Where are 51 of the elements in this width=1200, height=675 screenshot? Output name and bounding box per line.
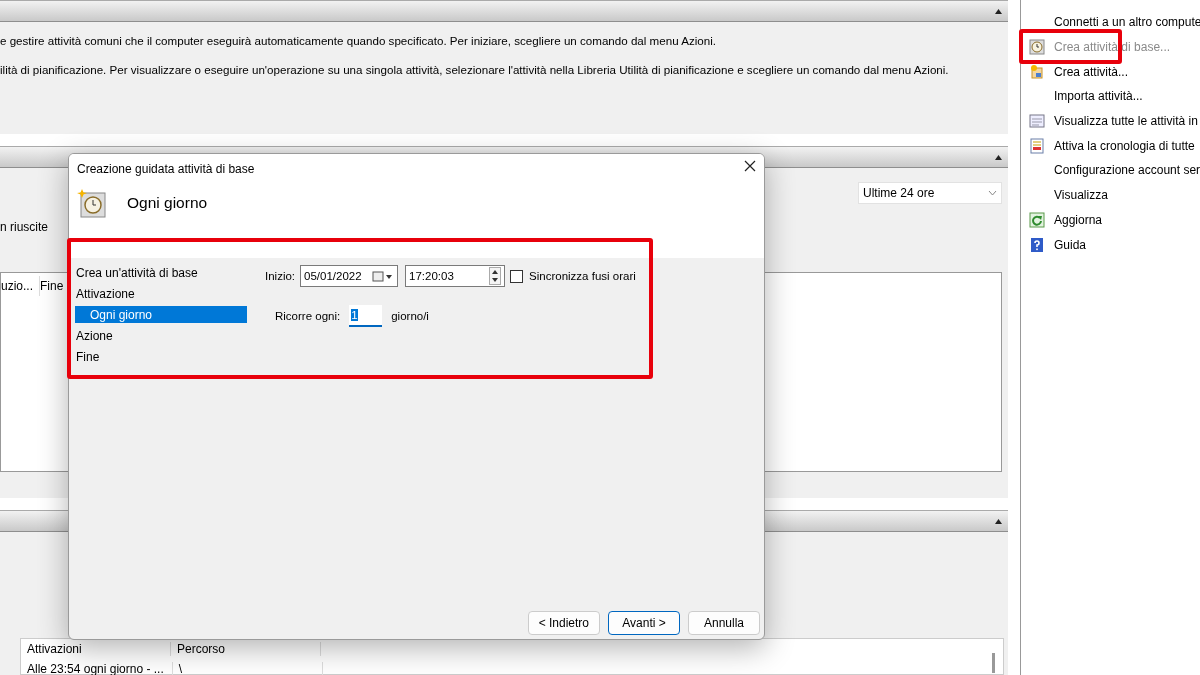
wizard-step[interactable]: Crea un'attività di base [75,262,198,283]
action-item[interactable]: Crea attività... [1021,59,1200,85]
summary-text: n riuscite [0,220,49,234]
dialog-button[interactable]: Avanti > [608,611,680,635]
dialog-title: Creazione guidata attività di base [77,162,255,176]
checkbox-label[interactable]: Sincronizza fusi orari [529,270,636,282]
wizard-step[interactable]: Fine [75,346,100,367]
log-icon [1029,137,1045,154]
close-icon[interactable] [744,160,756,172]
chevron-down-icon [988,190,997,196]
refresh-icon [1029,211,1045,228]
spinner-icon[interactable] [489,267,502,285]
date-field[interactable]: 05/01/2022 [300,265,399,287]
column-header[interactable]: Percorso [171,642,321,656]
time-field[interactable]: 17:20:03 [405,265,506,287]
action-item[interactable]: Guida [1021,232,1200,257]
dialog-button[interactable]: Annulla [688,611,760,635]
wizard-step[interactable]: Azione [75,325,113,346]
column-header[interactable]: uzio... [1,276,40,296]
collapse-icon[interactable] [995,8,1002,14]
field-label: Ricorre ogni: [275,310,341,322]
table-cell: Alle 23:54 ogni giorno - ... [21,662,173,675]
column-header[interactable]: Fine [40,276,71,296]
range-dropdown[interactable]: Ultime 24 ore [858,182,1002,204]
action-item[interactable]: Importa attività... [1021,84,1200,109]
column-header[interactable]: Attivazioni [21,642,171,656]
unit-label: giorno/i [391,310,429,322]
calendar-icon[interactable] [372,270,395,282]
table-cell: \ [172,662,323,675]
checkbox[interactable] [510,269,524,283]
wizard-step[interactable]: Ogni giorno [75,306,247,323]
number-field[interactable]: 1 [349,305,383,327]
wizard-step[interactable]: Attivazione [75,283,135,304]
collapse-icon[interactable] [995,518,1002,524]
help-icon [1029,236,1045,253]
action-item[interactable]: Connetti a un altro compute [1021,10,1200,35]
clock-icon [1029,39,1045,56]
clock-icon [77,188,107,218]
list-icon [1029,113,1045,130]
action-item[interactable]: Attiva la cronologia di tutte [1021,133,1200,159]
dialog-button[interactable]: < Indietro [527,611,600,635]
task-icon [1029,63,1045,80]
action-item[interactable]: Visualizza [1021,182,1200,208]
action-item[interactable]: Aggiorna [1021,207,1200,233]
description-text: ilità di pianificazione. Per visualizzare o eseguire un'operazione su una singola attività, selezionare l'attività nella Libreria Utilità di pianificazione e scegliere un comando dal menu Azioni. [0,63,950,76]
collapse-icon[interactable] [995,154,1002,160]
field-label: Inizio: [265,270,296,282]
description-text: e gestire attività comuni che il computer eseguirà automaticamente quando specificato. Per iniziare, scegliere un comando dal menu Azioni. [0,34,717,47]
action-item[interactable]: Visualizza tutte le attività in [1021,108,1200,134]
action-item[interactable]: Configurazione account ser [1021,158,1200,183]
page-heading: Ogni giorno [127,194,208,212]
